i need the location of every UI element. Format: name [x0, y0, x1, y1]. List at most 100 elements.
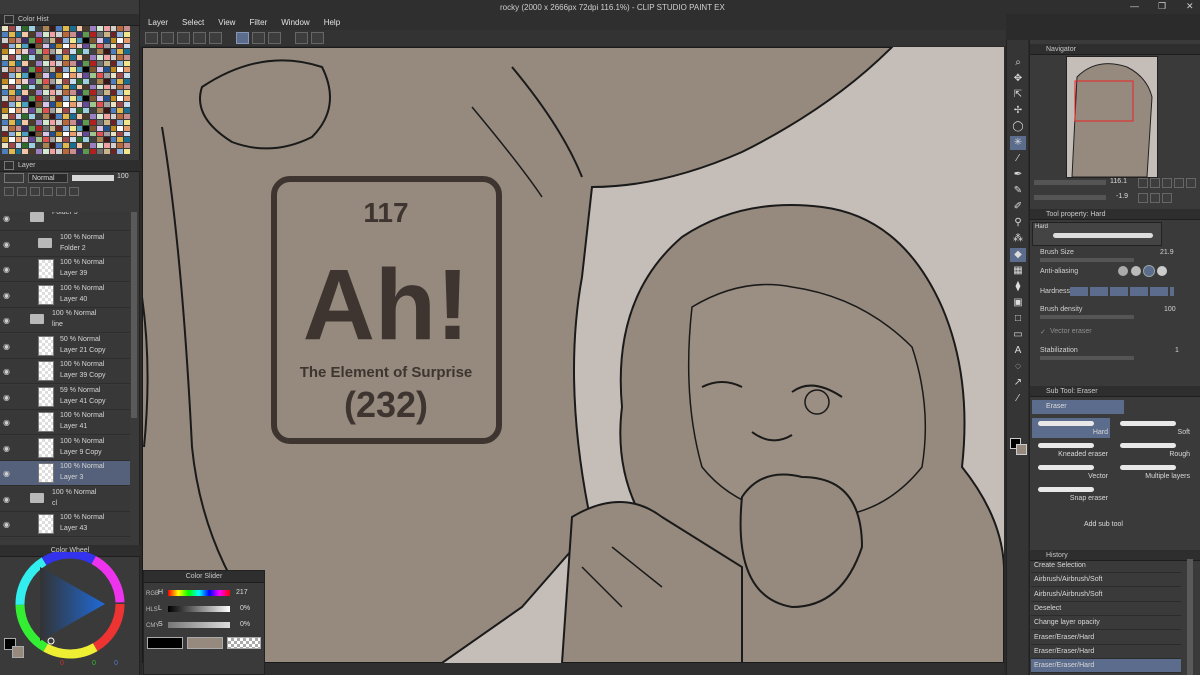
color-swatch[interactable]: [69, 67, 76, 72]
color-swatch[interactable]: [22, 131, 29, 137]
visibility-icon[interactable]: ◉: [3, 418, 10, 427]
color-swatch[interactable]: [117, 137, 124, 143]
color-swatch[interactable]: [103, 96, 110, 102]
color-swatch[interactable]: [63, 37, 69, 43]
color-swatch[interactable]: [103, 49, 110, 55]
color-swatch[interactable]: [97, 143, 103, 149]
color-swatch[interactable]: [117, 78, 124, 84]
color-swatch[interactable]: [103, 90, 110, 96]
sub-tool-tab[interactable]: Sub Tool: Eraser: [1046, 388, 1098, 395]
color-swatch[interactable]: [56, 149, 63, 154]
color-swatch[interactable]: [35, 125, 42, 131]
color-swatch[interactable]: [76, 137, 83, 143]
color-swatch[interactable]: [49, 90, 56, 96]
color-swatch[interactable]: [117, 61, 124, 67]
color-swatch[interactable]: [22, 49, 29, 55]
color-swatch[interactable]: [76, 72, 83, 78]
layer-row[interactable]: ◉ 100 % Normal Layer 41: [0, 410, 130, 435]
color-swatch[interactable]: [63, 125, 69, 131]
lock-icon[interactable]: [4, 187, 14, 196]
color-swatch[interactable]: [69, 49, 76, 55]
color-swatch[interactable]: [2, 61, 8, 67]
color-swatch[interactable]: [97, 137, 103, 143]
color-swatch[interactable]: [29, 102, 35, 108]
color-swatch[interactable]: [90, 26, 97, 31]
color-swatch[interactable]: [42, 55, 49, 61]
color-swatch[interactable]: [42, 102, 49, 108]
color-swatch[interactable]: [76, 113, 83, 119]
color-swatch[interactable]: [110, 149, 117, 154]
color-swatch[interactable]: [76, 125, 83, 131]
color-swatch[interactable]: [83, 31, 90, 37]
color-swatch[interactable]: [90, 90, 97, 96]
color-swatch[interactable]: [8, 90, 15, 96]
check-icon[interactable]: ✓: [1040, 328, 1046, 336]
color-swatch[interactable]: [83, 131, 90, 137]
color-swatch[interactable]: [42, 108, 49, 113]
flip-icon[interactable]: [1186, 178, 1196, 188]
color-swatch[interactable]: [97, 61, 103, 67]
color-swatch[interactable]: [35, 143, 42, 149]
color-swatch[interactable]: [63, 119, 69, 125]
color-swatch[interactable]: [124, 26, 130, 31]
aa-none-icon[interactable]: [1118, 266, 1128, 276]
color-swatch[interactable]: [69, 119, 76, 125]
brush-size-slider[interactable]: [1040, 258, 1134, 262]
color-swatch[interactable]: [110, 55, 117, 61]
color-swatch[interactable]: [29, 55, 35, 61]
visibility-icon[interactable]: ◉: [3, 367, 10, 376]
color-swatch[interactable]: [103, 131, 110, 137]
color-swatch[interactable]: [15, 149, 22, 154]
color-swatch[interactable]: [56, 102, 63, 108]
color-swatch[interactable]: [49, 125, 56, 131]
tone-icon[interactable]: [193, 32, 206, 44]
color-swatch[interactable]: [97, 72, 103, 78]
color-swatch[interactable]: [42, 131, 49, 137]
color-swatch[interactable]: [56, 49, 63, 55]
color-swatch[interactable]: [76, 49, 83, 55]
menu-window[interactable]: Window: [281, 18, 309, 27]
color-swatch[interactable]: [90, 113, 97, 119]
sub-tool-item[interactable]: Soft: [1114, 418, 1192, 438]
color-swatch[interactable]: [63, 67, 69, 72]
aa-strong-icon[interactable]: [1157, 266, 1167, 276]
layer-row[interactable]: ◉ 100 % Normal cl: [0, 486, 130, 512]
menu-filter[interactable]: Filter: [249, 18, 267, 27]
color-swatch[interactable]: [2, 102, 8, 108]
color-swatch[interactable]: [2, 37, 8, 43]
color-swatch[interactable]: [90, 67, 97, 72]
color-swatch[interactable]: [49, 26, 56, 31]
history-tab[interactable]: History: [1046, 552, 1068, 559]
color-swatch[interactable]: [110, 37, 117, 43]
color-swatch[interactable]: [15, 26, 22, 31]
color-swatch[interactable]: [90, 143, 97, 149]
color-set-grid[interactable]: [2, 26, 130, 154]
color-swatch[interactable]: [15, 125, 22, 131]
color-swatch[interactable]: [69, 131, 76, 137]
color-swatch[interactable]: [90, 137, 97, 143]
color-swatch[interactable]: [63, 96, 69, 102]
color-set-tab[interactable]: Color Hist: [18, 16, 49, 23]
color-swatch[interactable]: [56, 131, 63, 137]
color-swatch[interactable]: [63, 84, 69, 90]
color-swatch[interactable]: [110, 43, 117, 49]
color-swatch[interactable]: [35, 67, 42, 72]
color-swatch[interactable]: [110, 61, 117, 67]
zoom-in-icon[interactable]: [1138, 178, 1148, 188]
color-swatch[interactable]: [42, 78, 49, 84]
color-swatch[interactable]: [117, 31, 124, 37]
color-swatch[interactable]: [117, 37, 124, 43]
color-swatch[interactable]: [56, 113, 63, 119]
color-swatch[interactable]: [29, 43, 35, 49]
history-item[interactable]: Change layer opacity: [1031, 616, 1181, 631]
color-swatch[interactable]: [117, 55, 124, 61]
visibility-icon[interactable]: ◉: [3, 520, 10, 529]
color-swatch[interactable]: [124, 49, 130, 55]
color-swatch[interactable]: [97, 78, 103, 84]
color-swatch[interactable]: [35, 90, 42, 96]
layer-row[interactable]: ◉ Folder 5: [0, 212, 130, 231]
color-swatch[interactable]: [29, 67, 35, 72]
stroke-icon[interactable]: [252, 32, 265, 44]
color-swatch[interactable]: [90, 31, 97, 37]
color-swatch[interactable]: [69, 125, 76, 131]
